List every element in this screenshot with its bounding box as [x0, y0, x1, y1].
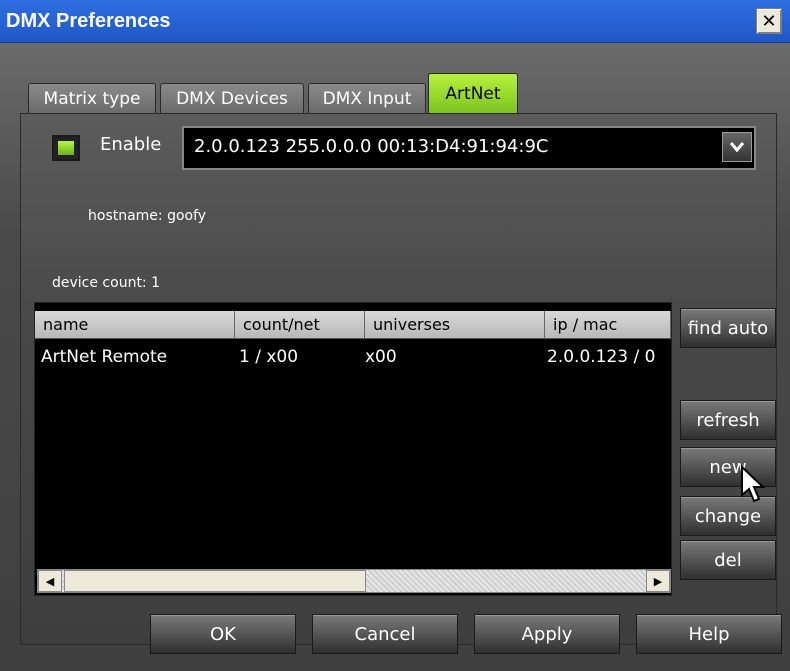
scroll-right-icon[interactable]: ▶	[646, 570, 670, 592]
col-count-header[interactable]: count/net	[235, 311, 365, 339]
enable-checkbox[interactable]	[52, 135, 80, 161]
title-bar[interactable]: DMX Preferences ✕	[0, 0, 790, 43]
cell-universes: x00	[365, 347, 397, 367]
ok-button[interactable]: OK	[150, 614, 296, 654]
device-table: name count/net universes ip / mac ArtNet…	[34, 302, 672, 596]
tab-artnet[interactable]: ArtNet	[428, 73, 518, 114]
network-interface-select[interactable]: 2.0.0.123 255.0.0.0 00:13:D4:91:94:9C	[182, 126, 756, 170]
table-row[interactable]: ArtNet Remote 1 / x00 x00 2.0.0.123 / 0	[35, 347, 671, 373]
dropdown-arrow-icon[interactable]	[722, 132, 752, 162]
help-button[interactable]: Help	[636, 614, 782, 654]
del-button[interactable]: del	[680, 540, 776, 580]
enable-label: Enable	[100, 134, 162, 155]
col-ipmac-header[interactable]: ip / mac	[545, 311, 671, 339]
cell-count: 1 / x00	[239, 347, 299, 367]
checkbox-fill	[58, 141, 74, 155]
col-name-header[interactable]: name	[35, 311, 235, 339]
apply-button[interactable]: Apply	[474, 614, 620, 654]
device-count-text: device count: 1	[52, 275, 161, 291]
hostname-text: hostname: goofy	[88, 208, 207, 224]
cancel-button[interactable]: Cancel	[312, 614, 458, 654]
close-icon[interactable]: ✕	[756, 8, 782, 34]
scrollbar-thumb[interactable]	[64, 570, 366, 592]
cell-name: ArtNet Remote	[41, 347, 168, 367]
window-title: DMX Preferences	[6, 10, 171, 32]
tab-dmx-devices[interactable]: DMX Devices	[160, 83, 304, 114]
horizontal-scrollbar[interactable]: ◀ ▶	[37, 569, 671, 593]
cell-ipmac: 2.0.0.123 / 0	[547, 347, 656, 367]
tab-dmx-input[interactable]: DMX Input	[308, 83, 426, 114]
col-universes-header[interactable]: universes	[365, 311, 545, 339]
refresh-button[interactable]: refresh	[680, 400, 776, 440]
scroll-left-icon[interactable]: ◀	[38, 570, 62, 592]
dmx-preferences-window: DMX Preferences ✕ Matrix type DMX Device…	[0, 0, 790, 671]
network-interface-value: 2.0.0.123 255.0.0.0 00:13:D4:91:94:9C	[194, 136, 549, 157]
find-auto-button[interactable]: find auto	[680, 308, 776, 348]
mouse-pointer-icon	[741, 465, 766, 503]
table-header: name count/net universes ip / mac	[35, 311, 671, 341]
tab-matrix-type[interactable]: Matrix type	[28, 83, 156, 114]
